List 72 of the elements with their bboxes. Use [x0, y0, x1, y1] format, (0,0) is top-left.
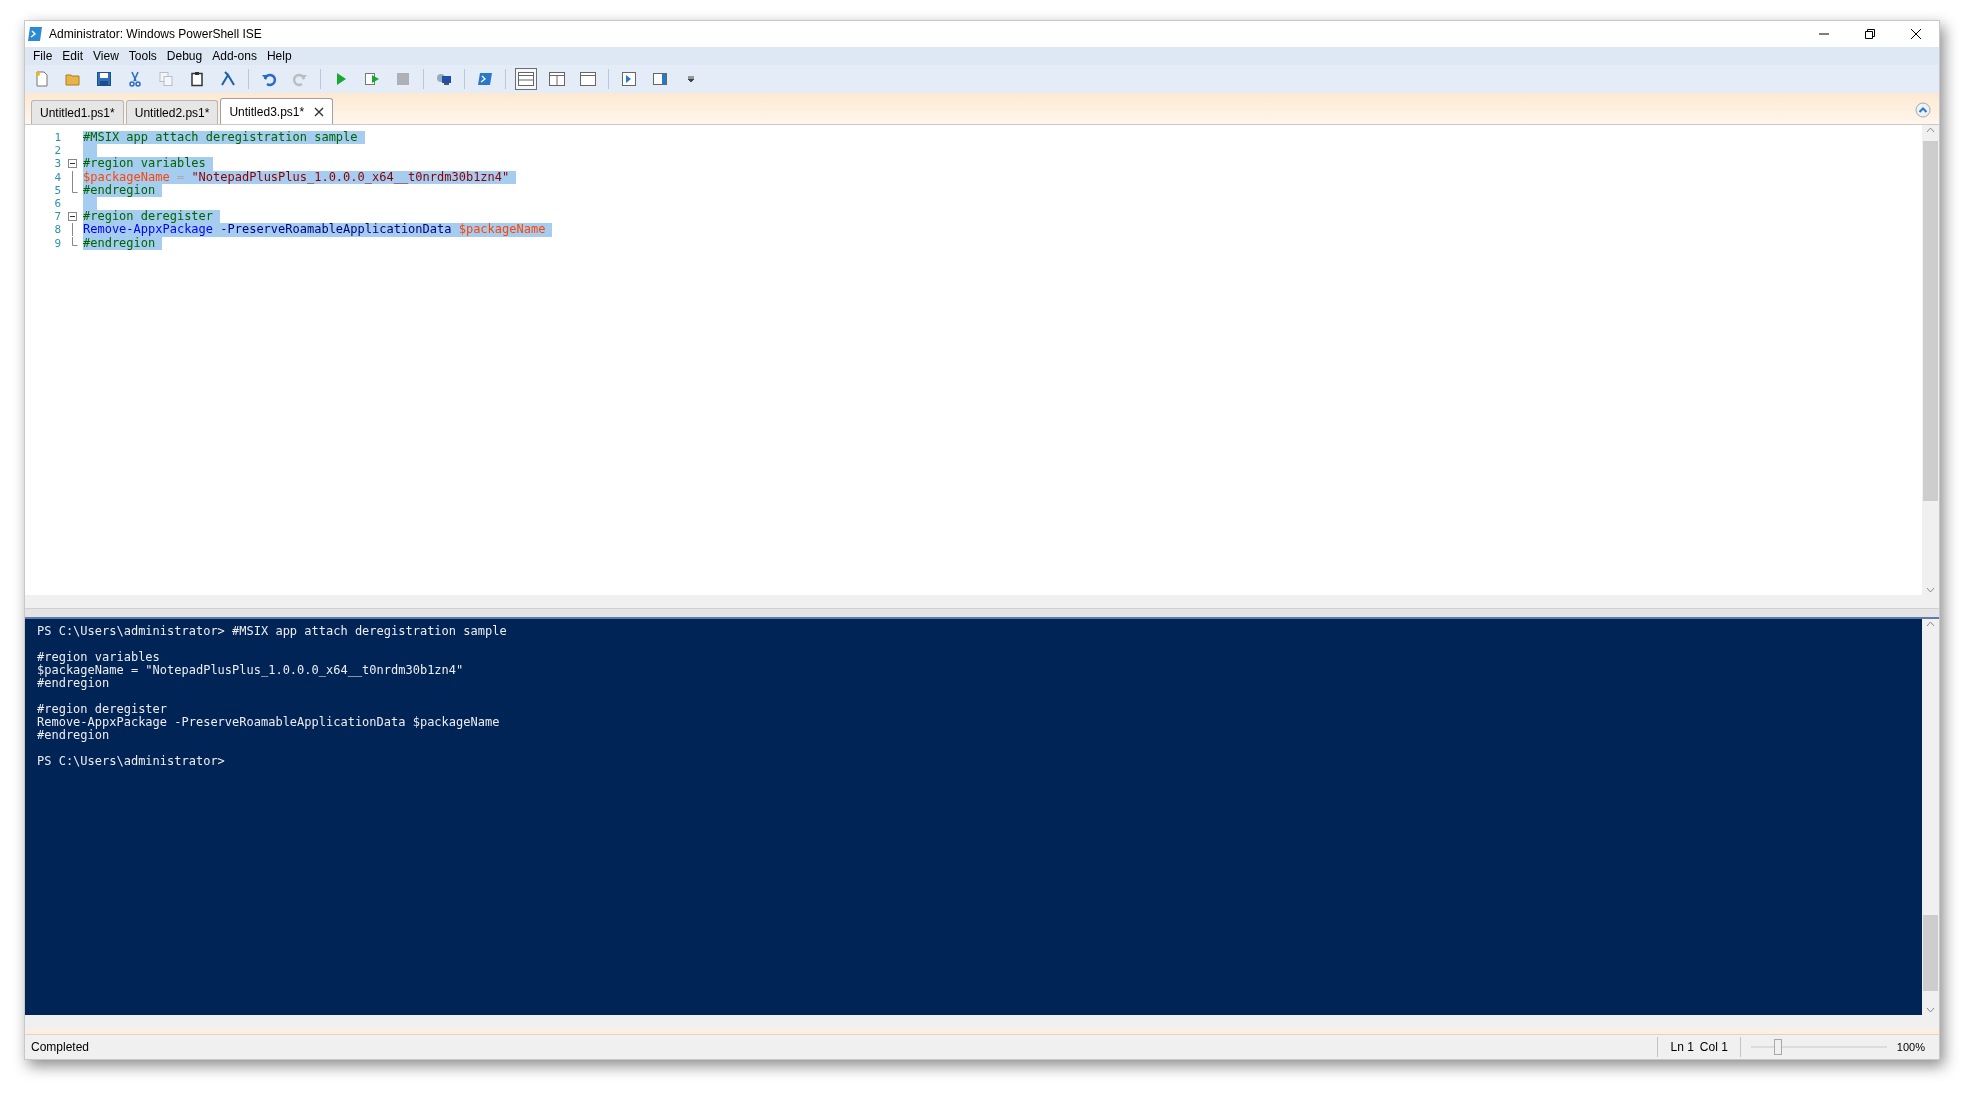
folder-icon	[65, 71, 81, 87]
menu-item[interactable]: Edit	[57, 48, 89, 64]
copy-icon	[158, 71, 174, 87]
layout-top-icon	[517, 71, 535, 87]
new-file-icon	[34, 71, 50, 87]
status-text: Completed	[31, 1039, 90, 1056]
zoom-level-text: 100%	[1896, 1039, 1925, 1055]
save-icon	[96, 71, 112, 87]
line-number: 4	[53, 170, 61, 184]
fold-guide-line	[71, 170, 73, 184]
scroll-down-icon[interactable]	[1926, 587, 1935, 593]
clipboard-icon	[189, 71, 205, 87]
line-number: 9	[53, 236, 61, 250]
remote-computer-icon	[436, 71, 452, 87]
console-line: #region variables	[37, 651, 160, 664]
menu-item[interactable]: Add-ons	[207, 48, 262, 64]
console-pane[interactable]	[25, 617, 1939, 1015]
console-line: PS C:\Users\administrator>	[37, 755, 226, 768]
zoom-slider[interactable]	[1750, 1039, 1887, 1055]
console-scrollbar[interactable]	[1922, 619, 1939, 1015]
line-number: 3	[53, 157, 61, 171]
layout-right-icon	[548, 71, 566, 87]
window-title: Administrator: Windows PowerShell ISE	[49, 26, 262, 43]
menu-item[interactable]: Debug	[161, 48, 208, 64]
menu-item[interactable]: Help	[261, 48, 297, 64]
close-icon	[1911, 29, 1921, 39]
collapse-region-icon[interactable]	[67, 159, 77, 169]
console-line: $packageName = "NotepadPlusPlus_1.0.0.0_x64__t0nrdm30b1zn4"	[37, 664, 465, 677]
toolbar-button[interactable]	[515, 68, 537, 90]
console-line: #endregion	[37, 729, 110, 742]
menu-item[interactable]: File	[28, 48, 58, 64]
file-tab[interactable]: Untitled1.ps1*	[31, 100, 124, 124]
close-tab-icon[interactable]	[314, 106, 325, 117]
scissors-icon	[127, 71, 143, 87]
console-line: #region deregister	[37, 703, 169, 716]
line-number: 8	[53, 223, 61, 237]
console-line: Remove-AppxPackage -PreserveRoamableApplicationData $packageName	[37, 716, 501, 729]
addon-pane-icon	[652, 71, 668, 87]
file-tab[interactable]: Untitled2.ps1*	[125, 100, 219, 124]
run-selection-icon	[364, 71, 380, 87]
scroll-up-icon[interactable]	[1926, 127, 1935, 133]
collapse-pane-icon[interactable]	[1915, 102, 1931, 118]
fold-guide-line	[71, 223, 73, 237]
collapse-region-icon[interactable]	[67, 212, 77, 222]
scrollbar-thumb[interactable]	[1923, 141, 1938, 501]
line-number: 1	[53, 131, 61, 145]
undo-icon	[261, 71, 277, 87]
script-pane-icon	[621, 71, 637, 87]
file-tab[interactable]: Untitled3.ps1*	[220, 98, 334, 124]
line-indicator: Ln 1	[1670, 1039, 1694, 1056]
scroll-down-icon[interactable]	[1926, 1007, 1935, 1013]
line-number: 5	[53, 183, 61, 197]
line-number: 2	[53, 144, 61, 158]
menu-item[interactable]: View	[88, 48, 124, 64]
column-indicator: Col 1	[1699, 1039, 1728, 1056]
restore-icon	[1865, 29, 1875, 39]
scrollbar-thumb[interactable]	[1923, 915, 1938, 991]
line-number: 6	[53, 197, 61, 211]
vertical-scrollbar[interactable]	[1922, 125, 1939, 595]
slider-thumb[interactable]	[1774, 1039, 1783, 1055]
powershell-icon	[477, 71, 493, 87]
horizontal-scrollbar[interactable]	[25, 1015, 1939, 1029]
stop-icon	[395, 71, 411, 87]
line-number: 7	[53, 210, 61, 224]
scroll-up-icon[interactable]	[1926, 621, 1935, 627]
layout-maximized-icon	[579, 71, 597, 87]
menu-item[interactable]: Tools	[123, 48, 162, 64]
redo-icon	[292, 71, 308, 87]
console-line: PS C:\Users\administrator> #MSIX app attach deregistration sample	[37, 625, 508, 638]
overflow-caret-icon	[687, 75, 695, 83]
console-line: #endregion	[37, 677, 110, 690]
horizontal-scrollbar[interactable]	[25, 595, 1939, 609]
